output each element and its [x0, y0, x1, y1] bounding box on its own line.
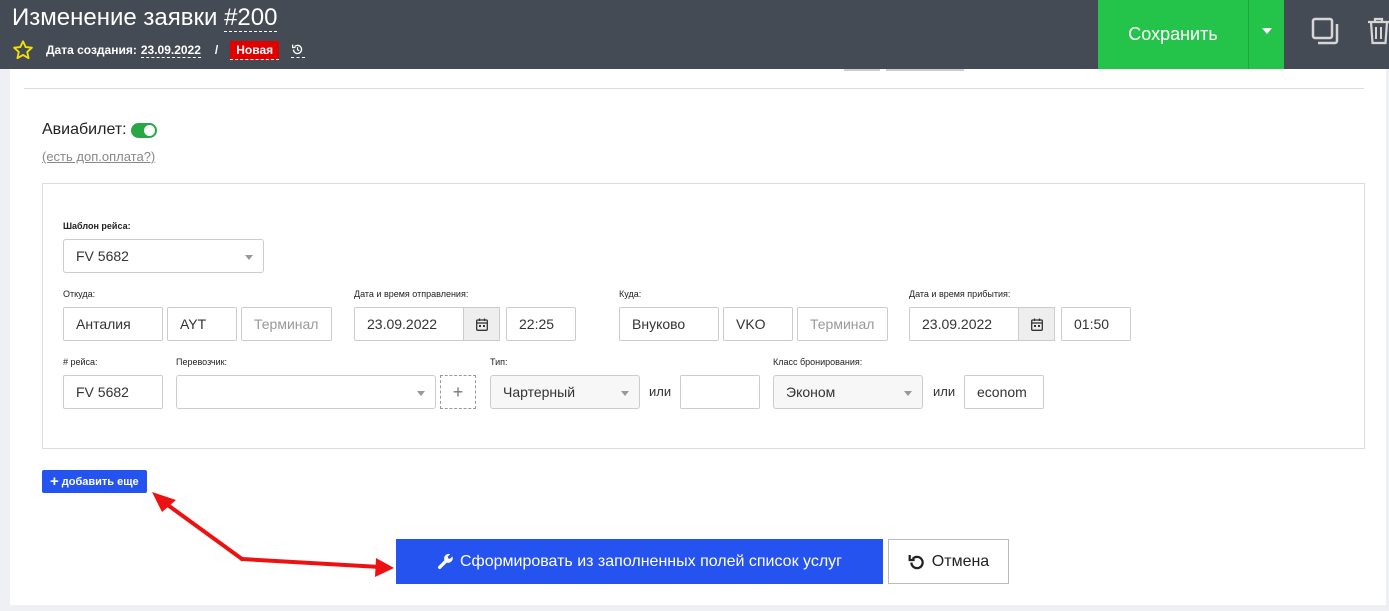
departure-time-input[interactable]: 22:25 — [506, 307, 576, 341]
order-meta: Дата создания: 23.09.2022 / Новая — [12, 39, 306, 61]
flight-segment-box: Шаблон рейса: FV 5682 Откуда: Анталия AY… — [42, 183, 1365, 449]
order-number[interactable]: #200 — [224, 4, 278, 32]
to-code-input[interactable]: VKO — [723, 307, 793, 341]
generate-label: Сформировать из заполненных полей список… — [459, 552, 843, 570]
departure-date-input[interactable]: 23.09.2022 — [354, 307, 464, 341]
scrolled-fragment — [886, 69, 964, 71]
arrival-label: Дата и время прибытия: — [909, 289, 1011, 299]
booking-class-value: Эконом — [786, 384, 836, 400]
flight-type-value: Чартерный — [503, 384, 576, 400]
arrival-time-input[interactable]: 01:50 — [1061, 307, 1131, 341]
booking-class-custom-input[interactable]: econom — [964, 375, 1044, 409]
flight-type-custom-input[interactable] — [680, 375, 760, 409]
page-header: Изменение заявки #200 Дата создания: 23.… — [0, 0, 1389, 69]
to-terminal-input[interactable]: Терминал — [797, 307, 888, 341]
title-prefix: Изменение заявки — [12, 4, 225, 31]
avia-label: Авиабилет: — [42, 121, 127, 138]
from-code-input[interactable]: AYT — [167, 307, 237, 341]
avia-section-header: Авиабилет: — [42, 121, 157, 139]
from-city-input[interactable]: Анталия — [63, 307, 163, 341]
meta-separator: / — [214, 43, 219, 57]
departure-label: Дата и время отправления: — [354, 289, 469, 299]
flight-type-select[interactable]: Чартерный — [490, 375, 640, 409]
cancel-button[interactable]: Отмена — [888, 539, 1009, 584]
carrier-label: Перевозчик: — [176, 357, 228, 367]
to-city-input[interactable]: Внуково — [619, 307, 719, 341]
carrier-select[interactable] — [176, 375, 436, 409]
calendar-icon[interactable] — [1018, 307, 1055, 341]
avia-toggle[interactable] — [130, 122, 157, 138]
save-button[interactable]: Сохранить — [1098, 0, 1248, 69]
order-form-panel: Авиабилет: (есть доп.оплата?) Шаблон рей… — [10, 69, 1386, 605]
plus-icon: + — [50, 473, 59, 490]
star-icon[interactable] — [12, 39, 34, 61]
wrench-icon — [437, 553, 453, 569]
cancel-label: Отмена — [931, 552, 990, 570]
page-title: Изменение заявки #200 — [12, 4, 278, 32]
history-icon[interactable] — [291, 42, 306, 58]
template-select[interactable]: FV 5682 — [63, 239, 264, 273]
arrival-date-input[interactable]: 23.09.2022 — [909, 307, 1019, 341]
copy-icon[interactable] — [1310, 16, 1340, 46]
template-value: FV 5682 — [76, 248, 129, 264]
from-label: Откуда: — [63, 289, 96, 299]
booking-class-select[interactable]: Эконом — [773, 375, 923, 409]
flight-number-label: # рейса: — [63, 357, 98, 367]
type-label: Тип: — [490, 357, 508, 367]
section-divider — [24, 88, 1364, 89]
created-label: Дата создания: — [46, 43, 137, 57]
created-date[interactable]: 23.09.2022 — [140, 43, 201, 58]
calendar-icon[interactable] — [463, 307, 500, 341]
add-more-button[interactable]: + добавить еще — [42, 470, 147, 493]
add-carrier-button[interactable]: + — [440, 375, 476, 409]
add-more-label: добавить еще — [61, 475, 139, 488]
save-dropdown-toggle[interactable] — [1248, 0, 1284, 69]
flight-number-input[interactable]: FV 5682 — [63, 375, 163, 409]
or-label: или — [649, 384, 672, 399]
to-label: Куда: — [619, 289, 642, 299]
undo-icon — [908, 554, 924, 569]
template-label: Шаблон рейса: — [63, 221, 131, 231]
scrolled-fragment — [844, 69, 880, 71]
booking-class-label: Класс бронирования: — [773, 357, 863, 367]
status-badge[interactable]: Новая — [230, 40, 280, 60]
or-label: или — [933, 384, 956, 399]
generate-services-button[interactable]: Сформировать из заполненных полей список… — [396, 539, 883, 584]
trash-icon[interactable] — [1366, 16, 1389, 46]
extra-payment-link[interactable]: (есть доп.оплата?) — [42, 149, 155, 164]
from-terminal-input[interactable]: Терминал — [241, 307, 332, 341]
